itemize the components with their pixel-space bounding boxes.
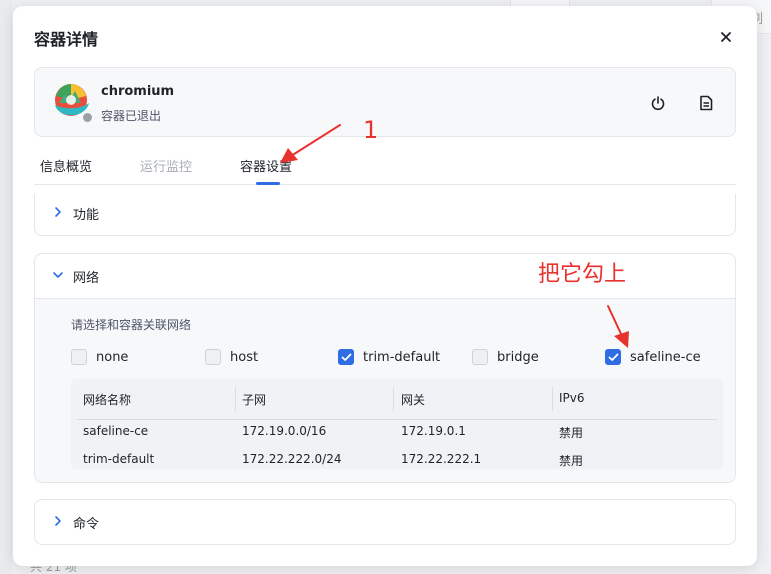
annotation-arrows: [280, 124, 629, 348]
arrow-to-safeline-checkbox: [607, 305, 629, 348]
arrow-to-settings-tab: [280, 124, 341, 163]
